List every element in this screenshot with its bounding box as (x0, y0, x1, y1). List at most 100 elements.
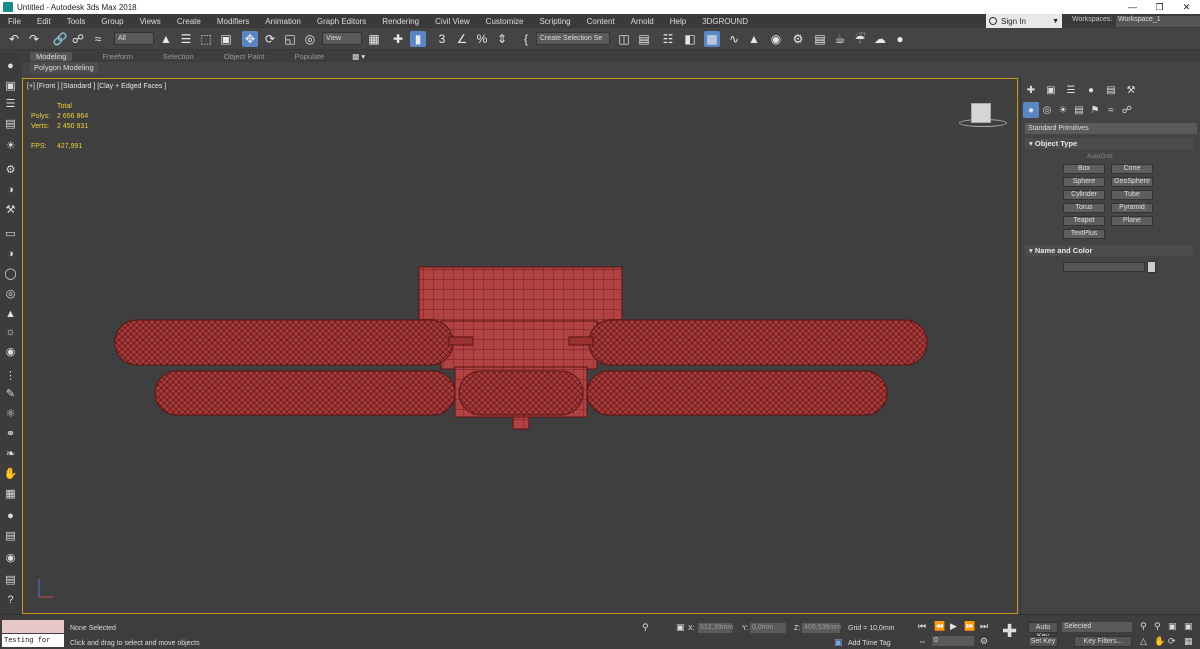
z-coordinate-field[interactable]: 409,536mm (802, 623, 841, 633)
zoom-icon[interactable]: ⚲ (1140, 621, 1147, 632)
cone-icon[interactable]: ▲ (3, 306, 18, 321)
particles-icon[interactable]: ⋮ (3, 368, 18, 383)
orbit-icon[interactable]: ⟳ (1168, 636, 1176, 647)
menu-file[interactable]: File (0, 17, 29, 26)
render-setup-icon[interactable]: ⚙ (790, 31, 806, 47)
current-frame-field[interactable]: 0 (932, 636, 974, 646)
primitive-category-dropdown[interactable]: Standard Primitives (1025, 123, 1197, 134)
field-of-view-icon[interactable]: △ (1140, 636, 1147, 647)
blade-upper-left[interactable] (114, 319, 454, 366)
rectangular-selection-icon[interactable]: ⬚ (198, 31, 214, 47)
reference-coordinate-dropdown[interactable]: View (322, 32, 362, 45)
pivot-center-icon[interactable]: ▦ (366, 31, 382, 47)
tab-object-paint[interactable]: Object Paint (224, 52, 265, 61)
maxscript-listener[interactable]: Testing for (2, 620, 64, 648)
motion-tab-icon[interactable]: ● (1083, 82, 1099, 98)
menu-views[interactable]: Views (132, 17, 169, 26)
geosphere-icon[interactable]: ◎ (3, 286, 18, 301)
set-key-button[interactable]: Set Key (1028, 636, 1058, 647)
ribbon-subtab-polygon-modeling[interactable]: Polygon Modeling (30, 62, 98, 74)
lock-selection-icon[interactable]: ⚲ (642, 622, 649, 633)
menu-arnold[interactable]: Arnold (623, 17, 662, 26)
key-mode-dropdown[interactable]: Selected (1062, 622, 1132, 632)
cone-button[interactable]: Cone (1111, 164, 1153, 174)
menu-group[interactable]: Group (93, 17, 131, 26)
toggle-ribbon-icon[interactable]: ▩ (704, 31, 720, 47)
select-by-name-icon[interactable]: ☰ (178, 31, 194, 47)
sign-in-button[interactable]: Sign In ▼ (986, 14, 1062, 28)
curve-editor-icon[interactable]: ∿ (726, 31, 742, 47)
tab-populate[interactable]: Populate (295, 52, 325, 61)
key-mode-icon[interactable]: ⇔ (918, 636, 927, 646)
y-coordinate-field[interactable]: 0,0mm (750, 623, 786, 633)
spinner-snap-icon[interactable]: ⇕ (494, 31, 510, 47)
plane-icon[interactable]: ▭ (3, 226, 18, 241)
cameras-icon[interactable]: ▤ (1071, 102, 1087, 118)
helpers-icon[interactable]: ⚑ (1087, 102, 1103, 118)
selection-filter-dropdown[interactable]: All (114, 32, 154, 45)
geometry-icon[interactable]: ● (1023, 102, 1039, 118)
schematic-view-icon[interactable]: ▲ (746, 31, 762, 47)
menu-3dground[interactable]: 3DGROUND (694, 17, 756, 26)
time-configuration-icon[interactable]: ⚙ (980, 636, 988, 647)
hub-top-cylinder[interactable] (418, 266, 623, 324)
lights-icon[interactable]: ☀ (1055, 102, 1071, 118)
pattern-icon[interactable]: ▦ (3, 486, 18, 501)
geosphere-button[interactable]: GeoSphere (1111, 177, 1153, 187)
render-production-icon[interactable]: ☕ (832, 31, 848, 47)
menu-content[interactable]: Content (579, 17, 623, 26)
mirror-icon[interactable]: ◫ (616, 31, 632, 47)
maximize-icon[interactable]: ❐ (1146, 2, 1173, 13)
align-icon[interactable]: ▤ (636, 31, 652, 47)
x-coordinate-field[interactable]: 512,39mm (698, 623, 733, 633)
autogrid-checkbox[interactable]: AutoGrid (1087, 153, 1113, 160)
maximize-viewport-icon[interactable]: ▦ (1184, 636, 1193, 647)
zoom-all-icon[interactable]: ⚲ (1154, 621, 1161, 632)
layer-explorer-icon[interactable]: ◧ (682, 31, 698, 47)
snap-toggle-icon[interactable]: 3 (434, 31, 450, 47)
sphere-icon[interactable]: ◯ (3, 266, 18, 281)
workspace-dropdown[interactable]: Workspace_1 (1116, 16, 1200, 27)
angle-snap-icon[interactable]: ∠ (454, 31, 470, 47)
key-filters-button[interactable]: Key Filters... (1074, 636, 1132, 647)
menu-edit[interactable]: Edit (29, 17, 59, 26)
gear-icon[interactable]: ⚙ (3, 162, 18, 177)
cylinder-button[interactable]: Cylinder (1063, 190, 1105, 200)
select-scale-icon[interactable]: ◱ (282, 31, 298, 47)
maxscript-input[interactable]: Testing for (2, 634, 64, 647)
leaf-icon[interactable]: ❧ (3, 446, 18, 461)
torus-button[interactable]: Torus (1063, 203, 1105, 213)
modify-tab-icon[interactable]: ▣ (1043, 82, 1059, 98)
maxscript-output[interactable] (2, 620, 64, 633)
display-icon[interactable]: ◑ (3, 182, 18, 197)
play-icon[interactable]: ▶ (950, 621, 957, 632)
set-key-plus-icon[interactable]: ✚ (1002, 621, 1017, 642)
rendered-frame-window-icon[interactable]: ▤ (812, 31, 828, 47)
brush-icon[interactable]: ✎ (3, 386, 18, 401)
create-icon[interactable]: ● (3, 58, 18, 73)
go-to-start-icon[interactable]: ⏮ (918, 621, 926, 632)
percent-snap-icon[interactable]: % (474, 31, 490, 47)
select-move-icon[interactable]: ✥ (242, 31, 258, 47)
object-color-swatch[interactable] (1147, 261, 1156, 273)
sphere-button[interactable]: Sphere (1063, 177, 1105, 187)
undo-icon[interactable]: ↶ (6, 31, 22, 47)
auto-key-button[interactable]: Auto Key (1028, 622, 1058, 640)
front-viewport[interactable]: [+] [Front ] [Standard ] [Clay + Edged F… (22, 78, 1018, 614)
blade-connector-left[interactable] (448, 336, 474, 346)
edit-named-selection-icon[interactable]: { (518, 31, 534, 47)
render-icon[interactable]: ◉ (3, 550, 18, 565)
name-and-color-rollout[interactable]: ▾ Name and Color (1025, 245, 1193, 256)
menu-rendering[interactable]: Rendering (374, 17, 427, 26)
pan-hand-icon[interactable]: ✋ (1154, 636, 1165, 647)
zoom-extents-all-icon[interactable]: ▣ (1184, 621, 1193, 632)
blade-lower-center[interactable] (458, 370, 584, 416)
motion-icon[interactable]: ▤ (3, 116, 18, 131)
menu-tools[interactable]: Tools (59, 17, 94, 26)
3dground-plugin-icon[interactable]: ● (892, 31, 908, 47)
help-icon[interactable]: ? (3, 592, 18, 607)
utilities-tab-icon[interactable]: ⚒ (1123, 82, 1139, 98)
material-sphere-icon[interactable]: ● (3, 508, 18, 523)
redo-icon[interactable]: ↷ (26, 31, 42, 47)
bind-space-warp-icon[interactable]: ≈ (90, 31, 106, 47)
